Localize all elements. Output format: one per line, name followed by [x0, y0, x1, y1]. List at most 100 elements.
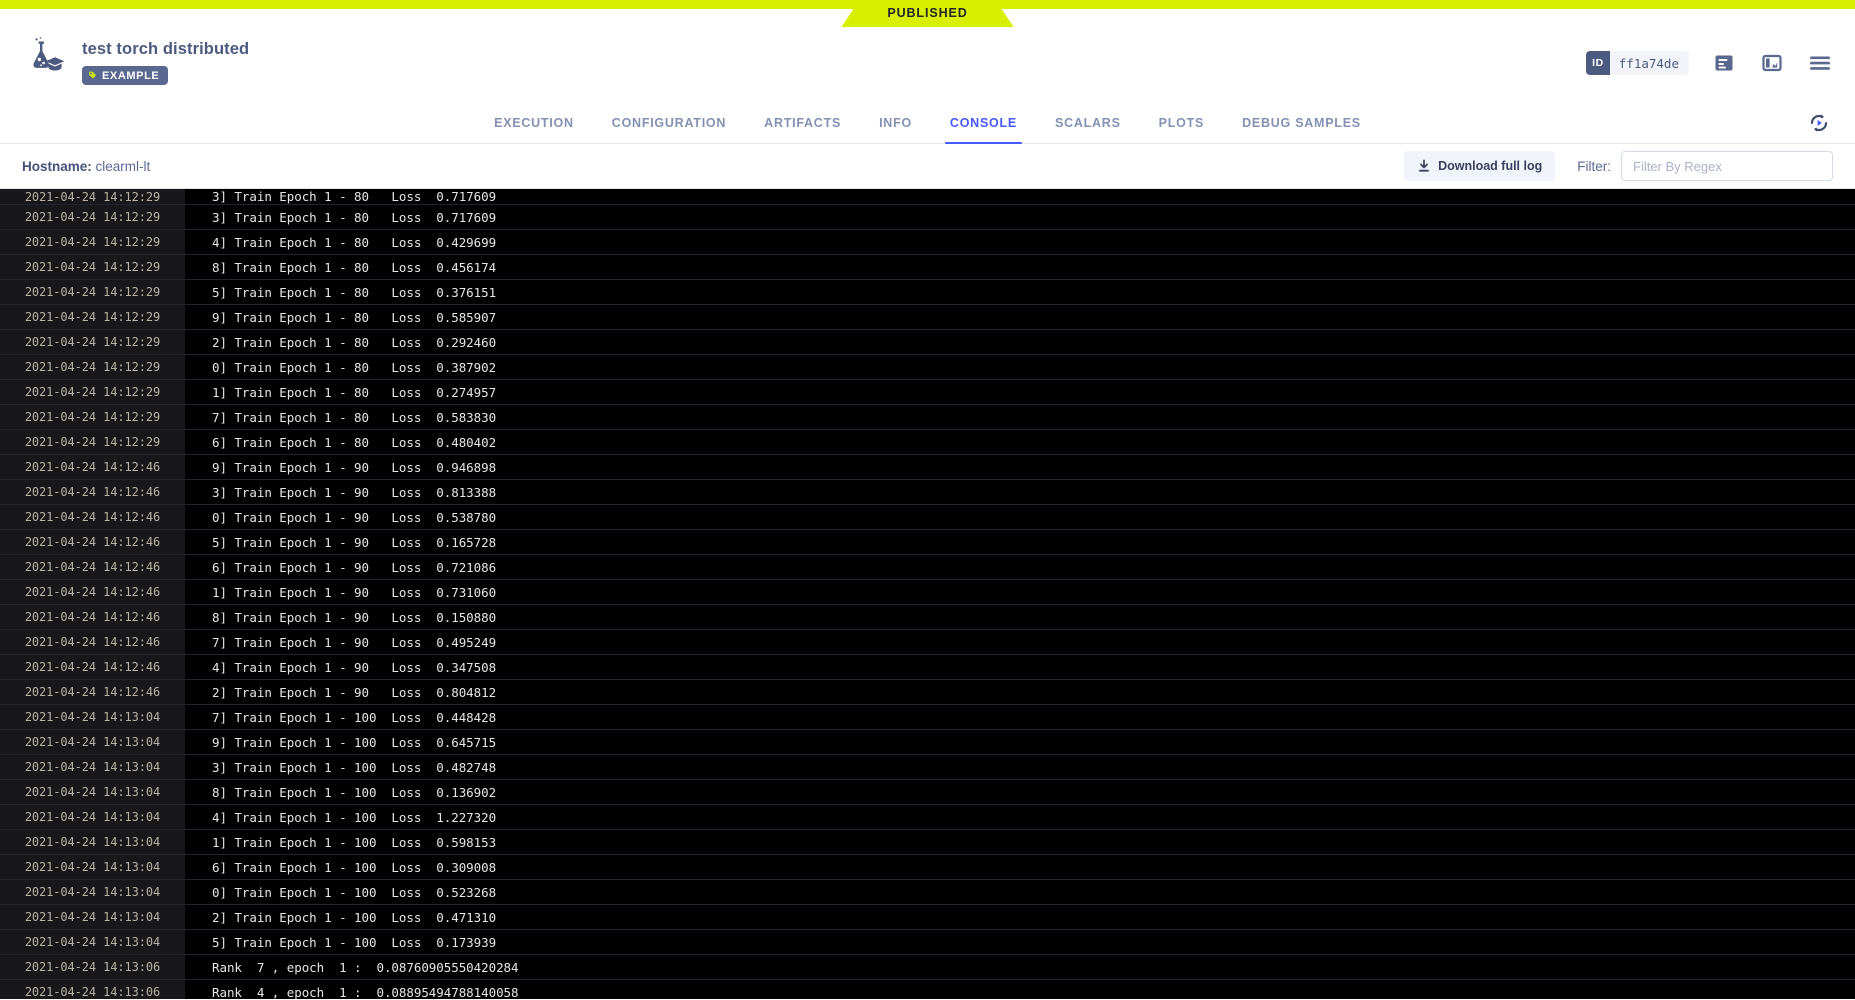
- log-row: 2021-04-24 14:13:04 5] Train Epoch 1 - 10…: [0, 930, 1855, 955]
- log-timestamp: 2021-04-24 14:12:46: [0, 555, 185, 579]
- log-timestamp: 2021-04-24 14:12:29: [0, 405, 185, 429]
- log-timestamp: 2021-04-24 14:12:46: [0, 680, 185, 704]
- log-message: 3] Train Epoch 1 - 90 Loss 0.813388: [185, 480, 1855, 504]
- console-log-panel[interactable]: 2021-04-24 14:12:29 3] Train Epoch 1 - 80…: [0, 189, 1855, 999]
- log-timestamp: 2021-04-24 14:12:29: [0, 189, 185, 204]
- log-message: 8] Train Epoch 1 - 80 Loss 0.456174: [185, 255, 1855, 279]
- example-tag-badge[interactable]: EXAMPLE: [82, 66, 169, 85]
- log-timestamp: 2021-04-24 14:12:29: [0, 330, 185, 354]
- split-view-icon[interactable]: [1759, 50, 1785, 76]
- log-message: 4] Train Epoch 1 - 90 Loss 0.347508: [185, 655, 1855, 679]
- log-message: Rank 4 , epoch 1 : 0.08895494788140058: [185, 980, 1855, 999]
- log-message: 3] Train Epoch 1 - 80 Loss 0.717609: [185, 189, 1855, 204]
- log-row: 2021-04-24 14:12:29 3] Train Epoch 1 - 80…: [0, 205, 1855, 230]
- log-message: 7] Train Epoch 1 - 90 Loss 0.495249: [185, 630, 1855, 654]
- log-row: 2021-04-24 14:12:46 0] Train Epoch 1 - 90…: [0, 505, 1855, 530]
- log-message: 1] Train Epoch 1 - 100 Loss 0.598153: [185, 830, 1855, 854]
- tab-info[interactable]: INFO: [860, 102, 931, 143]
- log-row: 2021-04-24 14:12:29 2] Train Epoch 1 - 80…: [0, 330, 1855, 355]
- log-timestamp: 2021-04-24 14:12:46: [0, 605, 185, 629]
- console-toolbar: Hostname: clearml-lt Download full log F…: [0, 144, 1855, 189]
- log-row: 2021-04-24 14:12:46 7] Train Epoch 1 - 90…: [0, 630, 1855, 655]
- log-timestamp: 2021-04-24 14:12:29: [0, 205, 185, 229]
- tab-configuration[interactable]: CONFIGURATION: [593, 102, 745, 143]
- experiment-id-badge[interactable]: ID ff1a74de: [1586, 51, 1689, 75]
- log-row: 2021-04-24 14:12:29 9] Train Epoch 1 - 80…: [0, 305, 1855, 330]
- log-row: 2021-04-24 14:13:04 1] Train Epoch 1 - 10…: [0, 830, 1855, 855]
- log-message: 6] Train Epoch 1 - 90 Loss 0.721086: [185, 555, 1855, 579]
- console-log-list: 2021-04-24 14:12:29 3] Train Epoch 1 - 80…: [0, 189, 1855, 999]
- log-message: 3] Train Epoch 1 - 80 Loss 0.717609: [185, 205, 1855, 229]
- experiment-flask-cap-icon: [22, 37, 66, 77]
- log-message: 1] Train Epoch 1 - 90 Loss 0.731060: [185, 580, 1855, 604]
- toolbar-actions: Download full log Filter:: [1404, 151, 1833, 181]
- ribbon-edge-right: [927, 0, 1855, 9]
- log-message: 5] Train Epoch 1 - 90 Loss 0.165728: [185, 530, 1855, 554]
- log-message: 4] Train Epoch 1 - 100 Loss 1.227320: [185, 805, 1855, 829]
- log-row: 2021-04-24 14:12:46 3] Train Epoch 1 - 90…: [0, 480, 1855, 505]
- log-row: 2021-04-24 14:13:04 2] Train Epoch 1 - 10…: [0, 905, 1855, 930]
- log-message: 7] Train Epoch 1 - 100 Loss 0.448428: [185, 705, 1855, 729]
- hostname-display: Hostname: clearml-lt: [22, 159, 150, 174]
- log-row: 2021-04-24 14:12:46 9] Train Epoch 1 - 90…: [0, 455, 1855, 480]
- download-full-log-button[interactable]: Download full log: [1404, 151, 1556, 181]
- log-row: 2021-04-24 14:12:29 1] Train Epoch 1 - 80…: [0, 380, 1855, 405]
- tab-scalars[interactable]: SCALARS: [1036, 102, 1140, 143]
- tab-console[interactable]: CONSOLE: [931, 102, 1036, 144]
- log-timestamp: 2021-04-24 14:12:46: [0, 630, 185, 654]
- experiment-header: test torch distributed EXAMPLE ID ff1a74…: [0, 27, 1855, 102]
- log-message: 6] Train Epoch 1 - 100 Loss 0.309008: [185, 855, 1855, 879]
- log-timestamp: 2021-04-24 14:13:04: [0, 730, 185, 754]
- example-tag-label: EXAMPLE: [102, 69, 160, 82]
- log-timestamp: 2021-04-24 14:13:04: [0, 705, 185, 729]
- filter-input[interactable]: [1621, 151, 1833, 181]
- page-title: test torch distributed: [82, 40, 250, 58]
- log-message: 9] Train Epoch 1 - 80 Loss 0.585907: [185, 305, 1855, 329]
- log-message: 6] Train Epoch 1 - 80 Loss 0.480402: [185, 430, 1855, 454]
- tab-execution[interactable]: EXECUTION: [475, 102, 593, 143]
- log-row: 2021-04-24 14:13:04 8] Train Epoch 1 - 10…: [0, 780, 1855, 805]
- log-row: 2021-04-24 14:13:04 9] Train Epoch 1 - 10…: [0, 730, 1855, 755]
- log-row: 2021-04-24 14:12:29 7] Train Epoch 1 - 80…: [0, 405, 1855, 430]
- log-timestamp: 2021-04-24 14:12:29: [0, 430, 185, 454]
- log-timestamp: 2021-04-24 14:12:46: [0, 530, 185, 554]
- tab-debug-samples[interactable]: DEBUG SAMPLES: [1223, 102, 1380, 143]
- log-view-icon[interactable]: [1711, 50, 1737, 76]
- log-message: 9] Train Epoch 1 - 90 Loss 0.946898: [185, 455, 1855, 479]
- log-timestamp: 2021-04-24 14:12:29: [0, 280, 185, 304]
- menu-icon[interactable]: [1807, 50, 1833, 76]
- log-row: 2021-04-24 14:12:46 2] Train Epoch 1 - 90…: [0, 680, 1855, 705]
- log-row: 2021-04-24 14:12:29 6] Train Epoch 1 - 80…: [0, 430, 1855, 455]
- filter-label: Filter:: [1577, 158, 1611, 174]
- log-message: 9] Train Epoch 1 - 100 Loss 0.645715: [185, 730, 1855, 754]
- log-timestamp: 2021-04-24 14:12:29: [0, 255, 185, 279]
- log-message: 0] Train Epoch 1 - 90 Loss 0.538780: [185, 505, 1855, 529]
- log-message: 0] Train Epoch 1 - 80 Loss 0.387902: [185, 355, 1855, 379]
- log-timestamp: 2021-04-24 14:12:29: [0, 230, 185, 254]
- tab-plots[interactable]: PLOTS: [1140, 102, 1223, 143]
- header-actions: ID ff1a74de: [1586, 33, 1833, 76]
- log-timestamp: 2021-04-24 14:13:04: [0, 830, 185, 854]
- log-row: 2021-04-24 14:12:46 4] Train Epoch 1 - 90…: [0, 655, 1855, 680]
- log-timestamp: 2021-04-24 14:12:46: [0, 655, 185, 679]
- log-timestamp: 2021-04-24 14:12:29: [0, 380, 185, 404]
- log-timestamp: 2021-04-24 14:12:46: [0, 505, 185, 529]
- tab-list: EXECUTION CONFIGURATION ARTIFACTS INFO C…: [475, 102, 1380, 144]
- log-timestamp: 2021-04-24 14:12:46: [0, 580, 185, 604]
- tab-artifacts[interactable]: ARTIFACTS: [745, 102, 860, 143]
- log-row: 2021-04-24 14:12:29 5] Train Epoch 1 - 80…: [0, 280, 1855, 305]
- log-message: 8] Train Epoch 1 - 90 Loss 0.150880: [185, 605, 1855, 629]
- log-message: 2] Train Epoch 1 - 100 Loss 0.471310: [185, 905, 1855, 929]
- log-timestamp: 2021-04-24 14:13:06: [0, 980, 185, 999]
- ribbon-edge-left: [0, 0, 928, 9]
- log-row: 2021-04-24 14:13:04 3] Train Epoch 1 - 10…: [0, 755, 1855, 780]
- log-message: Rank 7 , epoch 1 : 0.08760905550420284: [185, 955, 1855, 979]
- hostname-label: Hostname:: [22, 158, 92, 174]
- log-timestamp: 2021-04-24 14:12:46: [0, 480, 185, 504]
- log-row: 2021-04-24 14:12:29 8] Train Epoch 1 - 80…: [0, 255, 1855, 280]
- auto-refresh-icon[interactable]: [1805, 109, 1833, 137]
- log-message: 2] Train Epoch 1 - 80 Loss 0.292460: [185, 330, 1855, 354]
- log-message: 4] Train Epoch 1 - 80 Loss 0.429699: [185, 230, 1855, 254]
- log-timestamp: 2021-04-24 14:13:04: [0, 930, 185, 954]
- log-timestamp: 2021-04-24 14:13:04: [0, 780, 185, 804]
